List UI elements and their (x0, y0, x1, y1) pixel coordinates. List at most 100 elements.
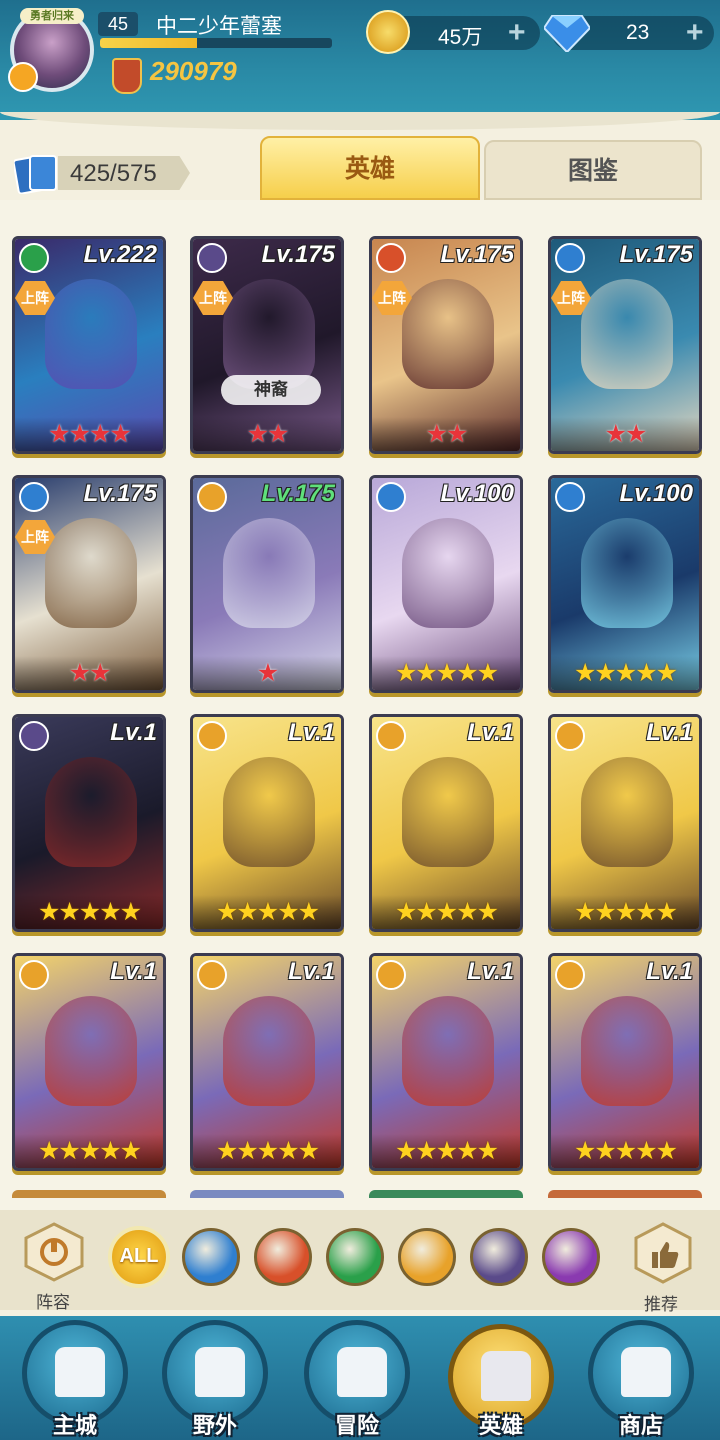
hero-card[interactable]: Lv.175 ★ (190, 475, 344, 693)
filter-fire-icon[interactable] (254, 1228, 312, 1286)
filter-chaos-icon[interactable] (542, 1228, 600, 1286)
hero-card-partial[interactable] (12, 1190, 166, 1198)
hero-tag: 神裔 (221, 375, 321, 405)
shop-icon (621, 1347, 671, 1397)
hero-figure (45, 996, 137, 1106)
star-icon: ★ (446, 420, 468, 448)
hero-figure (402, 279, 494, 389)
star-icon: ★ (215, 898, 238, 926)
hero-stars: ★★ (372, 417, 520, 451)
star-icon: ★ (573, 1137, 596, 1165)
filter-wind-icon[interactable] (326, 1228, 384, 1286)
star-icon: ★ (594, 1137, 616, 1165)
star-icon: ★ (277, 898, 299, 926)
star-icon: ★ (635, 659, 657, 687)
hero-level: Lv.1 (110, 719, 157, 746)
hero-figure (223, 996, 315, 1106)
recommend-button[interactable] (632, 1222, 694, 1284)
nav-label: 商店 (618, 1413, 663, 1438)
lineup-button[interactable] (22, 1222, 86, 1282)
star-icon: ★ (119, 1137, 142, 1165)
portal-icon (195, 1347, 245, 1397)
hero-card[interactable]: Lv.175 上阵 神裔 ★★ (190, 236, 344, 454)
add-gem-button[interactable]: + (686, 18, 704, 48)
light-element-icon (376, 721, 406, 751)
hero-stars: ★★★★★ (551, 1134, 699, 1168)
add-gold-button[interactable]: + (508, 18, 526, 48)
nav-label: 冒险 (334, 1413, 379, 1438)
hero-stars: ★ (193, 656, 341, 690)
hero-card[interactable]: Lv.175 上阵 ★★ (369, 236, 523, 454)
star-icon: ★ (394, 898, 417, 926)
hero-stars: ★★★★★ (15, 895, 163, 929)
hero-card-partial[interactable] (548, 1190, 702, 1198)
dark-element-icon (19, 721, 49, 751)
hero-card[interactable]: Lv.100 ★★★★★ (369, 475, 523, 693)
hero-stars: ★★★★★ (551, 895, 699, 929)
hero-card-partial[interactable] (190, 1190, 344, 1198)
hero-figure (45, 518, 137, 628)
star-icon: ★ (594, 898, 616, 926)
hero-level: Lv.175 (261, 480, 335, 507)
hero-card[interactable]: Lv.1 ★★★★★ (369, 714, 523, 932)
water-element-icon (555, 482, 585, 512)
hero-card[interactable]: Lv.1 ★★★★★ (369, 953, 523, 1171)
hero-figure (581, 279, 673, 389)
star-icon: ★ (394, 1137, 417, 1165)
star-icon: ★ (435, 1137, 458, 1165)
hero-card[interactable]: Lv.1 ★★★★★ (548, 714, 702, 932)
water-element-icon (19, 482, 49, 512)
hero-card-partial[interactable] (369, 1190, 523, 1198)
hero-stars: ★★ (15, 656, 163, 690)
star-icon: ★ (635, 1137, 657, 1165)
filter-water-icon[interactable] (182, 1228, 240, 1286)
hero-card[interactable]: Lv.175 上阵 ★★ (548, 236, 702, 454)
hero-grid-panel: Lv.222 上阵 ★★★★ Lv.175 上阵 神裔 ★★ Lv.175 上阵 ★★ Lv.175… (0, 200, 720, 1210)
hero-stars: ★★★★★ (193, 895, 341, 929)
light-element-icon (555, 721, 585, 751)
hero-card[interactable]: Lv.222 上阵 ★★★★ (12, 236, 166, 454)
star-icon: ★ (236, 898, 258, 926)
hero-stars: ★★ (551, 417, 699, 451)
star-icon: ★ (415, 659, 437, 687)
emoji-icon (8, 62, 38, 92)
star-icon: ★ (415, 1137, 437, 1165)
filter-all-button[interactable]: ALL (108, 1226, 170, 1288)
helmet-icon (481, 1351, 531, 1401)
hero-card[interactable]: Lv.100 ★★★★★ (548, 475, 702, 693)
tab-heroes[interactable]: 英雄 (260, 136, 480, 200)
star-icon: ★ (99, 898, 121, 926)
gold-coin-icon (366, 10, 410, 54)
filter-light-icon[interactable] (398, 1228, 456, 1286)
tab-gallery[interactable]: 图鉴 (484, 140, 702, 200)
diamond-icon (544, 15, 590, 52)
hero-card[interactable]: Lv.1 ★★★★★ (190, 714, 344, 932)
star-icon: ★ (99, 1137, 121, 1165)
star-icon: ★ (78, 1137, 101, 1165)
castle-icon (55, 1347, 105, 1397)
hero-card[interactable]: Lv.1 ★★★★★ (190, 953, 344, 1171)
hero-card[interactable]: Lv.1 ★★★★★ (12, 953, 166, 1171)
hero-level: Lv.1 (467, 958, 514, 985)
player-name: 中二少年蕾塞 (156, 15, 282, 38)
hero-card[interactable]: Lv.1 ★★★★★ (548, 953, 702, 1171)
hero-card[interactable]: Lv.175 上阵 ★★ (12, 475, 166, 693)
wind-element-icon (19, 243, 49, 273)
hero-figure (402, 757, 494, 867)
hero-stars: ★★★★★ (372, 895, 520, 929)
hero-level: Lv.100 (440, 480, 514, 507)
star-icon: ★ (573, 659, 596, 687)
star-icon: ★ (68, 420, 91, 448)
star-icon: ★ (635, 898, 657, 926)
dark-element-icon (197, 243, 227, 273)
star-icon: ★ (215, 1137, 238, 1165)
star-icon: ★ (58, 898, 80, 926)
light-element-icon (555, 960, 585, 990)
hero-level: Lv.175 (440, 241, 514, 268)
filter-dark-icon[interactable] (470, 1228, 528, 1286)
star-icon: ★ (68, 659, 91, 687)
hero-level: Lv.175 (619, 241, 693, 268)
hero-stars: ★★★★★ (372, 1134, 520, 1168)
hero-stars: ★★ (193, 417, 341, 451)
hero-card[interactable]: Lv.1 ★★★★★ (12, 714, 166, 932)
